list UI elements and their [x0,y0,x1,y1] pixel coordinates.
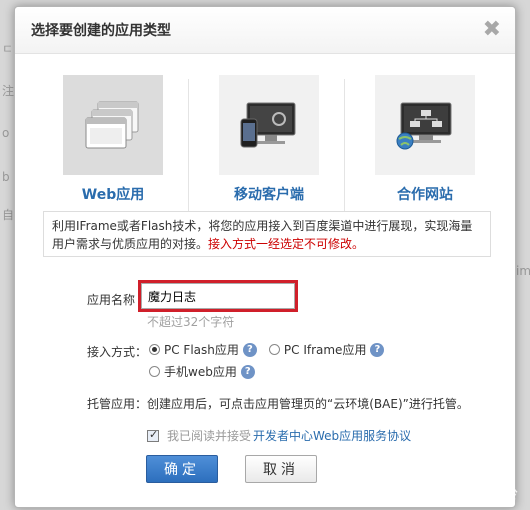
background-text: 注 [2,84,15,98]
cancel-button[interactable]: 取消 [245,455,317,483]
access-method-row: 接入方式： [87,343,147,360]
app-name-input[interactable] [138,280,298,312]
divider [188,79,189,219]
radio-mobile-web[interactable]: 手机web应用 [149,363,237,380]
app-type-web[interactable]: Web应用 [35,75,191,204]
access-options-line1: PC Flash应用 ? PC Iframe应用 ? [149,341,385,358]
agreement-checkbox[interactable] [147,428,159,442]
app-type-label: 合作网站 [397,187,453,203]
help-icon[interactable]: ? [370,342,385,357]
app-type-label: Web应用 [81,187,145,203]
hosting-label: 托管应用： [87,397,148,411]
create-app-dialog: 选择要创建的应用类型 ✖ Web应用 移动客户端 合作网站 利用IFrame或者… [14,6,516,508]
radio-label: PC Iframe应用 [283,343,367,357]
background-text: im [516,264,530,278]
close-icon[interactable]: ✖ [483,19,501,41]
app-name-label: 应用名称 [87,293,136,307]
app-type-mobile-tile[interactable] [219,75,319,175]
web-browser-icon [85,101,139,149]
background-text: 自 [2,208,15,222]
radio-button[interactable] [149,366,160,377]
app-type-selector: Web应用 移动客户端 合作网站 [15,75,515,219]
help-icon[interactable]: ? [242,342,257,357]
background-text: ㄷ [2,42,14,56]
app-type-web-tile[interactable] [63,75,163,175]
background-text: o [2,126,10,140]
radio-button-selected[interactable] [149,344,160,355]
radio-label: PC Flash应用 [164,343,239,357]
app-type-description: 利用IFrame或者Flash技术，将您的应用接入到百度渠道中进行展现，实现海量… [43,211,491,257]
app-type-partner-site[interactable]: 合作网站 [347,75,503,204]
background-text: b [2,170,10,184]
hosting-text: 创建应用后，可点击应用管理页的“云环境(BAE)”进行托管。 [147,397,469,411]
agreement-prefix: 我已阅读并接受 [167,429,252,443]
access-method-label: 接入方式： [87,345,148,359]
network-globe-icon [396,102,452,150]
app-type-label: 移动客户端 [234,187,304,203]
hosting-row: 托管应用：创建应用后，可点击应用管理页的“云环境(BAE)”进行托管。 [87,395,469,412]
app-name-hint: 不超过32个字符 [147,315,235,329]
dialog-title: 选择要创建的应用类型 [31,23,171,39]
mobile-device-icon [240,102,296,148]
access-options-line2: 手机web应用 ? [149,363,255,380]
app-type-partner-tile[interactable] [375,75,475,175]
dialog-titlebar: 选择要创建的应用类型 ✖ [15,7,515,54]
agreement-row: 我已阅读并接受 开发者中心Web应用服务协议 [147,427,411,444]
warning-text: 接入方式一经选定不可修改。 [208,237,365,251]
radio-pc-flash[interactable]: PC Flash应用 [149,341,239,358]
watermark-text: Bai 经验 [461,487,516,503]
divider [344,79,345,219]
app-type-mobile[interactable]: 移动客户端 [191,75,347,204]
radio-pc-iframe[interactable]: PC Iframe应用 [268,341,367,358]
confirm-button[interactable]: 确定 [146,455,218,483]
radio-button[interactable] [268,344,280,355]
radio-label: 手机web应用 [164,365,237,379]
agreement-link[interactable]: 开发者中心Web应用服务协议 [253,427,411,444]
help-icon[interactable]: ? [240,364,255,379]
